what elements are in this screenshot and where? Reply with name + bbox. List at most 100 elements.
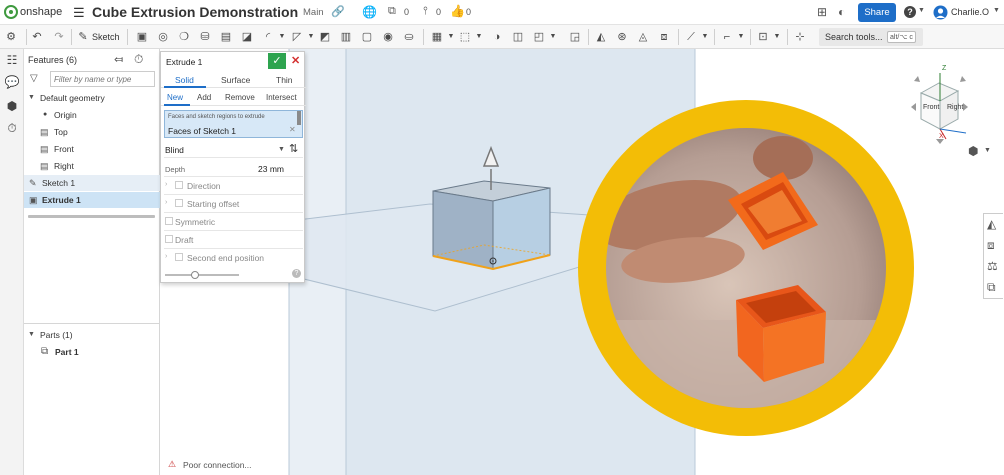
- view-mode-chevron-icon[interactable]: ▼: [984, 147, 991, 154]
- chamfer-chevron-icon[interactable]: ▼: [304, 30, 318, 44]
- custom-feature-icon[interactable]: ⊹: [793, 30, 807, 44]
- link-icon[interactable]: 🔗: [331, 5, 345, 18]
- op-add[interactable]: Add: [197, 93, 211, 102]
- history-icon[interactable]: ⏱: [4, 120, 20, 136]
- timer-icon[interactable]: ⏱: [134, 52, 143, 67]
- delete-part-icon[interactable]: ◰: [532, 30, 546, 44]
- flip-direction-icon[interactable]: ⇅: [289, 142, 298, 155]
- pattern-chevron-icon[interactable]: ▼: [444, 30, 458, 44]
- sketch-button[interactable]: Sketch: [92, 32, 120, 42]
- frame-icon[interactable]: ⊡: [756, 30, 770, 44]
- rollback-bar[interactable]: [28, 215, 155, 218]
- part-item[interactable]: ⧉ Part 1: [24, 344, 160, 360]
- learning-icon[interactable]: ◐: [838, 5, 845, 19]
- view-cube-right[interactable]: Right: [947, 104, 963, 111]
- feature-item-extrude-1[interactable]: ▣ Extrude 1: [24, 192, 160, 208]
- boolean-icon[interactable]: ◑: [490, 30, 504, 44]
- direction-checkbox[interactable]: [175, 181, 183, 189]
- revolve-icon[interactable]: ◎: [156, 30, 170, 44]
- wrap-icon[interactable]: ⧈: [657, 30, 671, 44]
- chevron-right-icon[interactable]: ›: [165, 253, 167, 260]
- like-icon[interactable]: 👍: [450, 4, 465, 18]
- appearance-icon[interactable]: ◭: [987, 217, 996, 231]
- split-icon[interactable]: ◫: [511, 30, 525, 44]
- depth-input[interactable]: 23 mm: [258, 164, 284, 174]
- transform-icon[interactable]: ⬚: [458, 30, 472, 44]
- view-cube-front[interactable]: Front: [923, 104, 939, 111]
- user-chevron-icon[interactable]: ▼: [993, 7, 1000, 14]
- thicken-icon[interactable]: ▤: [219, 30, 233, 44]
- op-new[interactable]: New: [167, 93, 183, 102]
- extruded-cube[interactable]: [432, 180, 551, 271]
- draft-checkbox[interactable]: [165, 235, 173, 243]
- share-button[interactable]: Share: [858, 3, 896, 22]
- redo-icon[interactable]: ↷: [52, 30, 66, 44]
- slider-thumb[interactable]: [190, 271, 199, 279]
- sheet-metal-chevron-icon[interactable]: ▼: [734, 30, 748, 44]
- extrude-icon[interactable]: ▣: [135, 30, 149, 44]
- surface-icon[interactable]: ◬: [636, 30, 650, 44]
- chamfer-icon[interactable]: ◸: [290, 30, 304, 44]
- detail-slider[interactable]: [165, 271, 239, 279]
- globe-icon[interactable]: 🌐: [362, 5, 377, 19]
- feature-item-origin[interactable]: ● Origin: [24, 107, 160, 123]
- frame-chevron-icon[interactable]: ▼: [770, 30, 784, 44]
- feature-item-top[interactable]: ▤ Top: [24, 124, 160, 140]
- modify-icon[interactable]: ◲: [568, 30, 582, 44]
- loft-icon[interactable]: ⛁: [198, 30, 212, 44]
- cancel-close-icon[interactable]: ✕: [291, 54, 300, 67]
- apps-icon[interactable]: ⊞: [817, 5, 827, 19]
- symmetric-checkbox[interactable]: [165, 217, 173, 225]
- curve-icon[interactable]: ⟋: [684, 30, 698, 44]
- avatar[interactable]: [933, 5, 948, 20]
- curve-chevron-icon[interactable]: ▼: [698, 30, 712, 44]
- cylinder-icon[interactable]: ⛀: [402, 30, 416, 44]
- chevron-down-icon[interactable]: ▼: [28, 90, 35, 106]
- draft-icon[interactable]: ◩: [318, 30, 332, 44]
- clear-selection-icon[interactable]: ✕: [289, 125, 296, 134]
- instances-icon[interactable]: ⬢: [4, 98, 20, 114]
- help-icon[interactable]: ?: [292, 269, 301, 278]
- rollback-icon[interactable]: ⤆: [114, 53, 123, 66]
- rib-icon[interactable]: ▥: [339, 30, 353, 44]
- hole-icon[interactable]: ◉: [381, 30, 395, 44]
- variables-icon[interactable]: ⧉: [987, 280, 996, 295]
- delete-chevron-icon[interactable]: ▼: [546, 30, 560, 44]
- accept-check-icon[interactable]: ✓: [268, 53, 286, 69]
- chevron-right-icon[interactable]: ›: [165, 199, 167, 206]
- document-title[interactable]: Cube Extrusion Demonstration: [92, 4, 298, 20]
- help-icon[interactable]: ?: [904, 6, 916, 18]
- help-chevron-icon[interactable]: ▼: [918, 7, 925, 14]
- parts-group[interactable]: ▼ Parts (1): [24, 327, 160, 343]
- transform-chevron-icon[interactable]: ▼: [472, 30, 486, 44]
- menu-icon[interactable]: ☰: [73, 5, 85, 21]
- end-type-select[interactable]: Blind: [165, 145, 184, 155]
- fillet-chevron-icon[interactable]: ▼: [275, 30, 289, 44]
- feature-item-right[interactable]: ▤ Right: [24, 158, 160, 174]
- search-tools[interactable]: Search tools... alt/⌥ c: [819, 28, 923, 46]
- tab-surface[interactable]: Surface: [221, 75, 250, 85]
- chevron-right-icon[interactable]: ›: [165, 181, 167, 188]
- faces-selection-field[interactable]: Faces and sketch regions to extrude Face…: [164, 110, 303, 138]
- onshape-logo-icon[interactable]: [4, 5, 18, 19]
- tab-solid[interactable]: Solid: [175, 75, 194, 85]
- second-end-checkbox[interactable]: [175, 253, 183, 261]
- undo-icon[interactable]: ↶: [30, 30, 44, 44]
- filter-input[interactable]: [50, 71, 155, 87]
- branch-icon[interactable]: ⫯: [423, 5, 428, 18]
- enclose-icon[interactable]: ◪: [240, 30, 254, 44]
- feature-item-sketch-1[interactable]: ✎ Sketch 1: [24, 175, 160, 191]
- view-mode-icon[interactable]: ⬢: [968, 144, 978, 158]
- feature-item-front[interactable]: ▤ Front: [24, 141, 160, 157]
- feature-list-icon[interactable]: ⚙: [4, 30, 18, 44]
- shell-icon[interactable]: ▢: [360, 30, 374, 44]
- sheet-metal-icon[interactable]: ⌐: [720, 30, 734, 44]
- sweep-icon[interactable]: ❍: [177, 30, 191, 44]
- mass-properties-icon[interactable]: ⚖: [987, 259, 998, 273]
- measure-icon[interactable]: ⧈: [987, 238, 995, 253]
- versions-icon[interactable]: ⧉: [388, 5, 396, 18]
- fillet-icon[interactable]: ◜: [261, 30, 275, 44]
- op-intersect[interactable]: Intersect: [266, 93, 297, 102]
- tab-thin[interactable]: Thin: [276, 75, 293, 85]
- sketch-pencil-icon[interactable]: ✎: [76, 30, 90, 44]
